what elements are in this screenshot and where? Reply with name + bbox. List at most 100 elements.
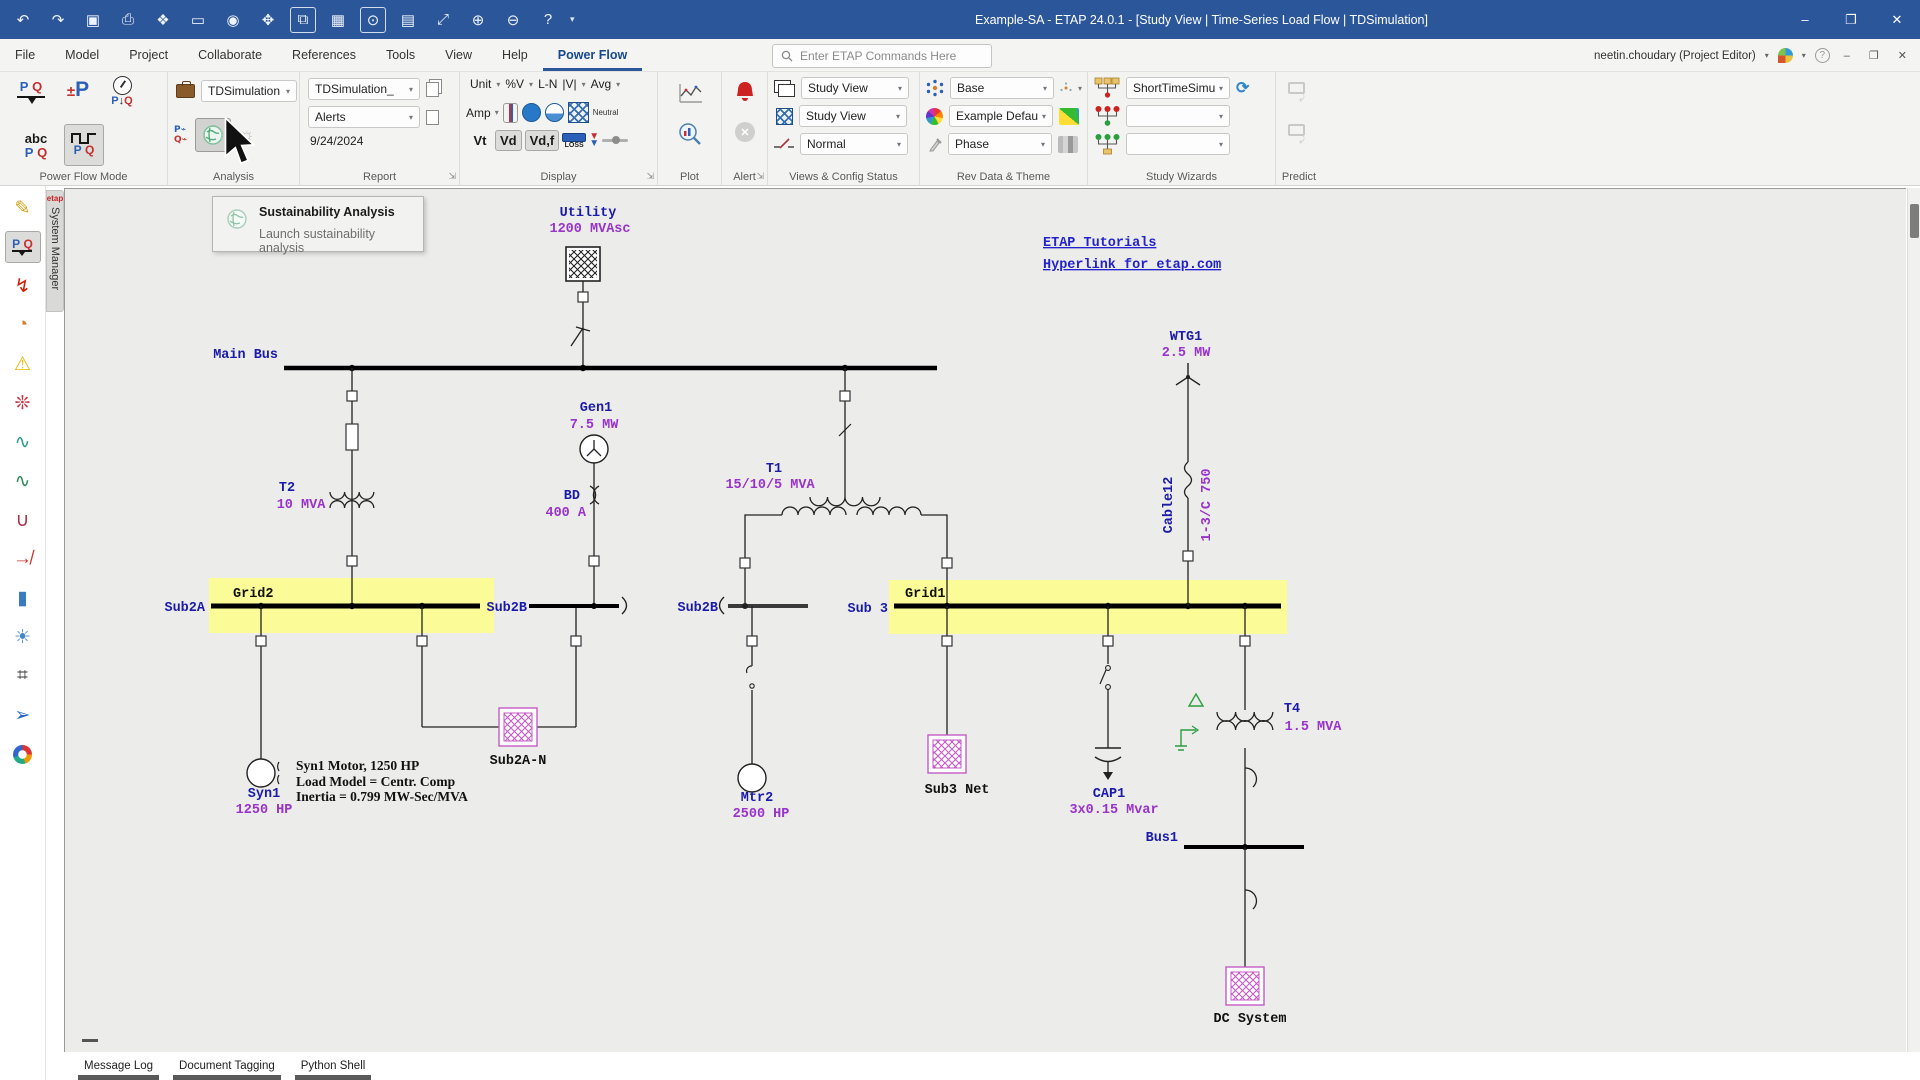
menu-tools[interactable]: Tools [371, 39, 430, 71]
revision-combo[interactable]: Base▾ [950, 77, 1054, 99]
v-mag-option[interactable]: |V| [562, 77, 576, 91]
optimal-power-flow-icon[interactable]: ∪ [5, 504, 41, 536]
h-scroll-dash[interactable] [82, 1039, 98, 1042]
zoom-select-icon[interactable]: ⊙ [360, 7, 386, 33]
short-circuit-icon[interactable]: ↯ [5, 270, 41, 302]
transient-stability-icon[interactable]: ∿ [5, 426, 41, 458]
plot-analyzer-icon[interactable] [678, 122, 702, 146]
run-load-flow-button[interactable]: P⌁ Q⌁ [174, 125, 187, 146]
open-project-icon[interactable]: ▭ [185, 7, 211, 33]
phase-color-combo[interactable]: Phase▾ [948, 133, 1052, 155]
loss-display-button[interactable]: LOSS [562, 133, 586, 149]
menu-view[interactable]: View [430, 39, 487, 71]
zoom-fit-icon[interactable]: ⤢ [430, 7, 456, 33]
window-restore-button[interactable]: ❐ [1828, 0, 1874, 39]
command-search-box[interactable] [772, 44, 992, 68]
help-pointer-icon[interactable]: ? [535, 7, 561, 33]
load-flow-icon[interactable]: P Q [5, 231, 41, 263]
plot-chart-icon[interactable] [678, 82, 704, 104]
arc-flash-icon[interactable]: ⚠ [5, 348, 41, 380]
menu-references[interactable]: References [277, 39, 371, 71]
redo-icon[interactable]: ↷ [45, 7, 71, 33]
abc-pq-mode-button[interactable]: abc P Q [14, 126, 58, 166]
harmonics-icon[interactable]: ❊ [5, 387, 41, 419]
generator-display-button[interactable] [545, 103, 564, 122]
fan-caret-icon[interactable]: ▾ [1802, 51, 1806, 60]
save-icon[interactable]: ▣ [80, 7, 106, 33]
pan-icon[interactable]: ✥ [255, 7, 281, 33]
command-search-input[interactable] [800, 49, 970, 63]
doc-minimize-button[interactable]: – [1839, 50, 1855, 62]
battery-sizing-icon[interactable]: ▮ [5, 582, 41, 614]
grayscale-icon[interactable] [1058, 136, 1078, 153]
study-case-combo[interactable]: TDSimulation▾ [201, 80, 297, 102]
menu-power-flow[interactable]: Power Flow [543, 39, 642, 71]
system-manager-tab[interactable]: etap System Manager [46, 190, 64, 312]
view-report-icon[interactable] [426, 82, 439, 97]
one-line-canvas[interactable] [46, 186, 1920, 1080]
percent-v-option[interactable]: %V [505, 77, 524, 91]
display-slider[interactable] [602, 139, 628, 142]
pq-control-mode-button[interactable]: P Q [8, 80, 54, 105]
gauge-pq-mode-button[interactable]: P↓Q [100, 76, 144, 107]
motor-display-button[interactable] [522, 103, 541, 122]
menu-model[interactable]: Model [50, 39, 114, 71]
avg-option[interactable]: Avg [591, 77, 611, 91]
menu-collaborate[interactable]: Collaborate [183, 39, 277, 71]
one-line-diagram-icon[interactable]: ⧉ [290, 7, 316, 33]
undo-icon[interactable]: ↶ [10, 7, 36, 33]
ln-option[interactable]: L-N [538, 77, 557, 91]
plus-minus-p-mode-button[interactable]: ±P [58, 78, 98, 101]
vt-button[interactable]: Vt [468, 130, 492, 151]
reliability-icon[interactable]: ↛ [5, 543, 41, 575]
unit-option[interactable]: Unit [470, 77, 491, 91]
time-series-mode-button[interactable]: P Q [64, 124, 104, 166]
vd-button[interactable]: Vd [495, 130, 522, 151]
find-icon[interactable]: ◉ [220, 7, 246, 33]
doc-restore-button[interactable]: ❐ [1864, 49, 1884, 62]
theme-rainbow-icon[interactable] [1059, 108, 1079, 125]
menu-project[interactable]: Project [114, 39, 183, 71]
amp-option[interactable]: Amp [466, 106, 491, 120]
wizard-combo-3[interactable]: ▾ [1126, 133, 1230, 155]
zoom-out-icon[interactable]: ⊖ [500, 7, 526, 33]
diagram-background[interactable] [64, 188, 1906, 1052]
vdf-button[interactable]: Vd,f [525, 130, 560, 151]
presentation-combo[interactable]: Study View▾ [801, 77, 909, 99]
config-combo[interactable]: Normal▾ [800, 133, 908, 155]
revision-mini-icon[interactable] [1060, 82, 1072, 94]
motor-acceleration-icon[interactable]: ◔ [5, 309, 41, 341]
tab-message-log[interactable]: Message Log [78, 1056, 159, 1080]
wizard-refresh-icon[interactable]: ⟳ [1236, 78, 1249, 98]
wizard-combo-1[interactable]: ShortTimeSimu▾ [1126, 77, 1230, 99]
fuse-display-button[interactable] [503, 103, 518, 123]
new-project-icon[interactable]: ❖ [150, 7, 176, 33]
window-minimize-button[interactable]: – [1782, 0, 1828, 39]
zoom-in-icon[interactable]: ⊕ [465, 7, 491, 33]
help-icon[interactable]: ? [1815, 48, 1830, 63]
vertical-scrollbar[interactable] [1907, 188, 1920, 1052]
composite-combo[interactable]: Study View▾ [799, 105, 907, 127]
window-close-button[interactable]: ✕ [1874, 0, 1920, 39]
flow-arrows-button[interactable]: ▼▼ [589, 134, 599, 146]
print-icon[interactable]: ⎙ [115, 7, 141, 33]
theme-combo[interactable]: Example Defau▾ [949, 105, 1053, 127]
menu-help[interactable]: Help [487, 39, 543, 71]
control-circuit-icon[interactable]: ⌗ [5, 660, 41, 692]
doc-close-button[interactable]: ✕ [1893, 49, 1912, 62]
revision-mini-caret-icon[interactable]: ▾ [1078, 84, 1082, 93]
datahub-dashboard-icon[interactable] [5, 738, 41, 770]
menu-file[interactable]: File [0, 39, 50, 71]
user-menu-caret-icon[interactable]: ▾ [1765, 51, 1769, 60]
tab-document-tagging[interactable]: Document Tagging [173, 1056, 281, 1080]
report-format-combo[interactable]: TDSimulation_▾ [308, 78, 420, 100]
alert-report-icon[interactable] [426, 110, 439, 125]
edit-pencil-icon[interactable]: ✎ [5, 192, 41, 224]
composite-display-button[interactable] [568, 102, 589, 123]
tab-python-shell[interactable]: Python Shell [295, 1056, 372, 1080]
report-icon[interactable]: ▤ [395, 7, 421, 33]
scrollbar-thumb[interactable] [1910, 204, 1919, 238]
alerts-combo[interactable]: Alerts▾ [308, 106, 420, 128]
grid-icon[interactable]: ▦ [325, 7, 351, 33]
wizard-combo-2[interactable]: ▾ [1126, 105, 1230, 127]
